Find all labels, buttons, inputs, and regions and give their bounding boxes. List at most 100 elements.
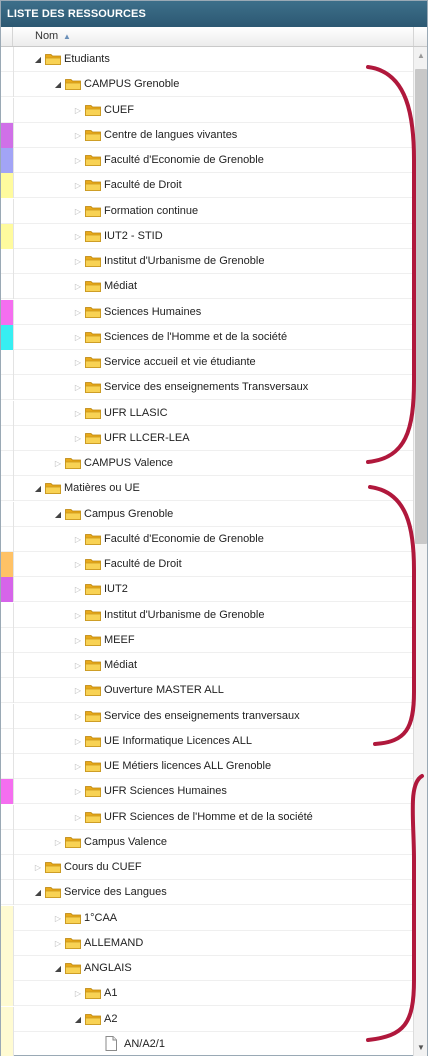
expand-arrow-icon[interactable]: ▷ (72, 603, 84, 628)
tree-row[interactable]: ▷ UE Métiers licences ALL Grenoble (1, 754, 413, 779)
collapse-arrow-icon[interactable]: ◢ (32, 47, 44, 72)
tree-row[interactable]: ▷ Faculté de Droit (1, 173, 413, 199)
tree-row[interactable]: AN/A2/1 (1, 1031, 413, 1056)
expand-arrow-icon[interactable]: ▷ (72, 426, 84, 451)
tree-row[interactable]: ▷ Centre de langues vivantes (1, 122, 413, 148)
tree-item-label[interactable]: Faculté de Droit (104, 173, 182, 198)
expand-arrow-icon[interactable]: ▷ (72, 754, 84, 779)
tree-item-label[interactable]: Faculté de Droit (104, 552, 182, 577)
expand-arrow-icon[interactable]: ▷ (72, 577, 84, 602)
tree-row[interactable]: ▷ Faculté d'Economie de Grenoble (1, 526, 413, 552)
expand-arrow-icon[interactable]: ▷ (72, 401, 84, 426)
tree-item-label[interactable]: ALLEMAND (84, 931, 143, 956)
tree-row[interactable]: ▷ Faculté de Droit (1, 552, 413, 577)
expand-arrow-icon[interactable]: ▷ (72, 350, 84, 375)
tree-item-label[interactable]: CUEF (104, 98, 134, 123)
tree-item-label[interactable]: AN/A2/1 (124, 1032, 165, 1056)
tree-row[interactable]: ◢ CAMPUS Grenoble (1, 72, 413, 98)
tree-item-label[interactable]: UE Informatique Licences ALL (104, 729, 252, 754)
tree-row[interactable]: ▷ UFR LLCER-LEA (1, 425, 413, 451)
expand-arrow-icon[interactable]: ▷ (72, 249, 84, 274)
collapse-arrow-icon[interactable]: ◢ (52, 502, 64, 527)
tree-row[interactable]: ▷ CAMPUS Valence (1, 451, 413, 476)
expand-arrow-icon[interactable]: ▷ (72, 148, 84, 173)
collapse-arrow-icon[interactable]: ◢ (52, 956, 64, 981)
tree-row[interactable]: ▷ MEEF (1, 627, 413, 653)
tree-item-label[interactable]: Sciences Humaines (104, 300, 201, 325)
column-header-nom[interactable]: Nom (35, 27, 58, 46)
expand-arrow-icon[interactable]: ▷ (72, 678, 84, 703)
tree-row[interactable]: ▷ 1°CAA (1, 905, 413, 931)
tree-row[interactable]: ▷ UFR Sciences Humaines (1, 779, 413, 805)
tree-row[interactable]: ◢ A2 (1, 1006, 413, 1032)
tree-item-label[interactable]: Médiat (104, 274, 137, 299)
tree-item-label[interactable]: Etudiants (64, 47, 110, 72)
expand-arrow-icon[interactable]: ▷ (72, 98, 84, 123)
tree-item-label[interactable]: A2 (104, 1007, 117, 1032)
tree-item-label[interactable]: Cours du CUEF (64, 855, 142, 880)
tree-item-label[interactable]: Faculté d'Economie de Grenoble (104, 527, 264, 552)
expand-arrow-icon[interactable]: ▷ (52, 830, 64, 855)
expand-arrow-icon[interactable]: ▷ (72, 274, 84, 299)
tree-item-label[interactable]: 1°CAA (84, 906, 117, 931)
collapse-arrow-icon[interactable]: ◢ (52, 72, 64, 97)
expand-arrow-icon[interactable]: ▷ (52, 906, 64, 931)
tree-item-label[interactable]: MEEF (104, 628, 135, 653)
tree-row[interactable]: ▷ Service des enseignements tranversaux (1, 703, 413, 729)
tree-row[interactable]: ▷ UE Informatique Licences ALL (1, 728, 413, 754)
tree-row[interactable]: ▷ A1 (1, 981, 413, 1007)
expand-arrow-icon[interactable]: ▷ (72, 224, 84, 249)
tree-row[interactable]: ◢ Campus Grenoble (1, 501, 413, 527)
tree-item-label[interactable]: Matières ou UE (64, 476, 140, 501)
tree-row[interactable]: ▷ ALLEMAND (1, 930, 413, 956)
expand-arrow-icon[interactable]: ▷ (72, 173, 84, 198)
tree-row[interactable]: ▷ Service accueil et vie étudiante (1, 350, 413, 375)
sort-ascending-icon[interactable]: ▲ (63, 27, 71, 46)
expand-arrow-icon[interactable]: ▷ (72, 981, 84, 1006)
expand-arrow-icon[interactable]: ▷ (32, 855, 44, 880)
tree-item-label[interactable]: Service des enseignements tranversaux (104, 704, 300, 729)
expand-arrow-icon[interactable]: ▷ (72, 199, 84, 224)
tree-item-label[interactable]: Formation continue (104, 199, 198, 224)
tree-item-label[interactable]: Médiat (104, 653, 137, 678)
tree-item-label[interactable]: Sciences de l'Homme et de la société (104, 325, 287, 350)
tree-item-label[interactable]: A1 (104, 981, 117, 1006)
tree-row[interactable]: ▷ Sciences Humaines (1, 299, 413, 325)
vertical-scrollbar[interactable]: ▲ ▼ (413, 47, 427, 1056)
tree-item-label[interactable]: UFR LLASIC (104, 401, 168, 426)
tree-row[interactable]: ▷ Formation continue (1, 198, 413, 224)
scroll-up-arrow-icon[interactable]: ▲ (414, 51, 428, 63)
expand-arrow-icon[interactable]: ▷ (72, 300, 84, 325)
expand-arrow-icon[interactable]: ▷ (72, 704, 84, 729)
tree-row[interactable]: ▷ Faculté d'Economie de Grenoble (1, 148, 413, 173)
tree-item-label[interactable]: Ouverture MASTER ALL (104, 678, 224, 703)
collapse-arrow-icon[interactable]: ◢ (32, 880, 44, 905)
tree-item-label[interactable]: UFR Sciences Humaines (104, 779, 227, 804)
tree-row[interactable]: ▷ CUEF (1, 97, 413, 123)
tree-item-label[interactable]: Service accueil et vie étudiante (104, 350, 256, 375)
expand-arrow-icon[interactable]: ▷ (72, 552, 84, 577)
scroll-down-arrow-icon[interactable]: ▼ (414, 1043, 428, 1055)
tree-item-label[interactable]: Institut d'Urbanisme de Grenoble (104, 603, 264, 628)
tree-row[interactable]: ▷ Médiat (1, 274, 413, 300)
tree-item-label[interactable]: CAMPUS Valence (84, 451, 173, 476)
tree-item-label[interactable]: IUT2 (104, 577, 128, 602)
tree-item-label[interactable]: Centre de langues vivantes (104, 123, 237, 148)
tree-row[interactable]: ▷ IUT2 (1, 577, 413, 603)
tree-row[interactable]: ▷ Sciences de l'Homme et de la société (1, 324, 413, 350)
tree-row[interactable]: ◢ Matières ou UE (1, 476, 413, 502)
tree-item-label[interactable]: Campus Grenoble (84, 502, 173, 527)
tree-item-label[interactable]: Institut d'Urbanisme de Grenoble (104, 249, 264, 274)
tree-item-label[interactable]: UFR Sciences de l'Homme et de la société (104, 805, 313, 830)
tree-row[interactable]: ▷ Campus Valence (1, 829, 413, 855)
tree-row[interactable]: ▷ Service des enseignements Transversaux (1, 375, 413, 401)
tree-row[interactable]: ▷ UFR Sciences de l'Homme et de la sociét… (1, 804, 413, 830)
tree-item-label[interactable]: IUT2 - STID (104, 224, 163, 249)
tree-row[interactable]: ◢ ANGLAIS (1, 956, 413, 981)
scrollbar-thumb[interactable] (415, 69, 427, 544)
tree-row[interactable]: ▷ Institut d'Urbanisme de Grenoble (1, 249, 413, 274)
tree-item-label[interactable]: CAMPUS Grenoble (84, 72, 179, 97)
expand-arrow-icon[interactable]: ▷ (52, 931, 64, 956)
expand-arrow-icon[interactable]: ▷ (72, 123, 84, 148)
collapse-arrow-icon[interactable]: ◢ (72, 1007, 84, 1032)
